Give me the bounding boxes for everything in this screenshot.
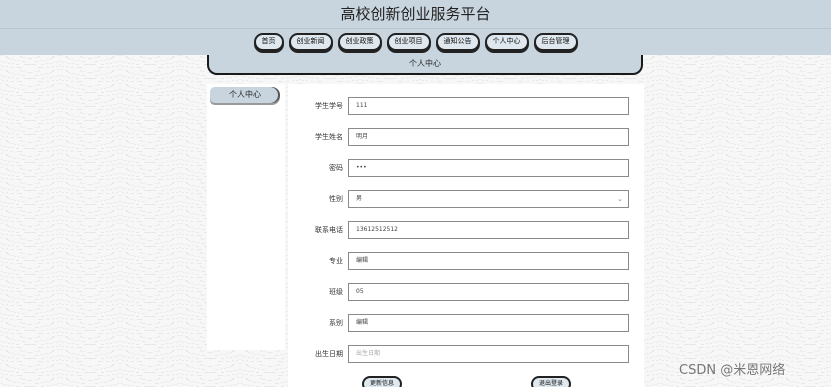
nav-personal-center[interactable]: 个人中心 (484, 33, 529, 51)
nav-announcements[interactable]: 通知公告 (435, 33, 480, 51)
form-row-student-id: 学生学号 111 (288, 97, 644, 115)
profile-form: 学生学号 111 学生姓名 明月 密码 ••• 性别 男 ⌄ 联系电话 1361… (288, 84, 644, 387)
password-field[interactable]: ••• (348, 159, 629, 177)
section-title-bar: 个人中心 (207, 55, 643, 75)
password-label: 密码 (329, 164, 343, 172)
student-name-label: 学生姓名 (315, 133, 343, 141)
form-row-class: 班级 05 (288, 283, 644, 301)
watermark: CSDN @米恩网络 (679, 363, 786, 378)
form-row-gender: 性别 男 ⌄ (288, 190, 644, 208)
nav-policy[interactable]: 创业政策 (337, 33, 382, 51)
site-title: 高校创新创业服务平台 (340, 5, 491, 23)
form-row-password: 密码 ••• (288, 159, 644, 177)
gender-select[interactable]: 男 ⌄ (348, 190, 629, 208)
student-name-field[interactable]: 明月 (348, 128, 629, 146)
birthdate-label: 出生日期 (315, 350, 343, 358)
nav-home[interactable]: 首页 (253, 33, 284, 51)
form-row-birthdate: 出生日期 出生日期 (288, 345, 644, 363)
student-id-field[interactable]: 111 (348, 97, 629, 115)
class-field[interactable]: 05 (348, 283, 629, 301)
chevron-down-icon: ⌄ (617, 195, 623, 203)
gender-label: 性别 (329, 195, 343, 203)
student-id-label: 学生学号 (315, 102, 343, 110)
site-header: 高校创新创业服务平台 (0, 0, 831, 28)
phone-label: 联系电话 (315, 226, 343, 234)
nav-admin[interactable]: 后台管理 (533, 33, 578, 51)
logout-button[interactable]: 退出登录 (531, 376, 572, 387)
department-field[interactable]: 编辑 (348, 314, 629, 332)
form-row-department: 系别 编辑 (288, 314, 644, 332)
department-label: 系别 (329, 319, 343, 327)
form-row-major: 专业 编辑 (288, 252, 644, 270)
birthdate-field[interactable]: 出生日期 (348, 345, 629, 363)
phone-field[interactable]: 13612512512 (348, 221, 629, 239)
major-field[interactable]: 编辑 (348, 252, 629, 270)
class-label: 班级 (329, 288, 343, 296)
nav-projects[interactable]: 创业项目 (386, 33, 431, 51)
section-title: 个人中心 (409, 59, 441, 68)
form-row-student-name: 学生姓名 明月 (288, 128, 644, 146)
top-nav: 首页 创业新闻 创业政策 创业项目 通知公告 个人中心 后台管理 (0, 28, 831, 55)
sidebar-item-personal-center[interactable]: 个人中心 (210, 87, 280, 103)
sidebar: 个人中心 (207, 84, 285, 350)
gender-value: 男 (356, 195, 363, 202)
major-label: 专业 (329, 257, 343, 265)
update-info-button[interactable]: 更新信息 (362, 376, 403, 387)
form-row-phone: 联系电话 13612512512 (288, 221, 644, 239)
nav-news[interactable]: 创业新闻 (288, 33, 333, 51)
